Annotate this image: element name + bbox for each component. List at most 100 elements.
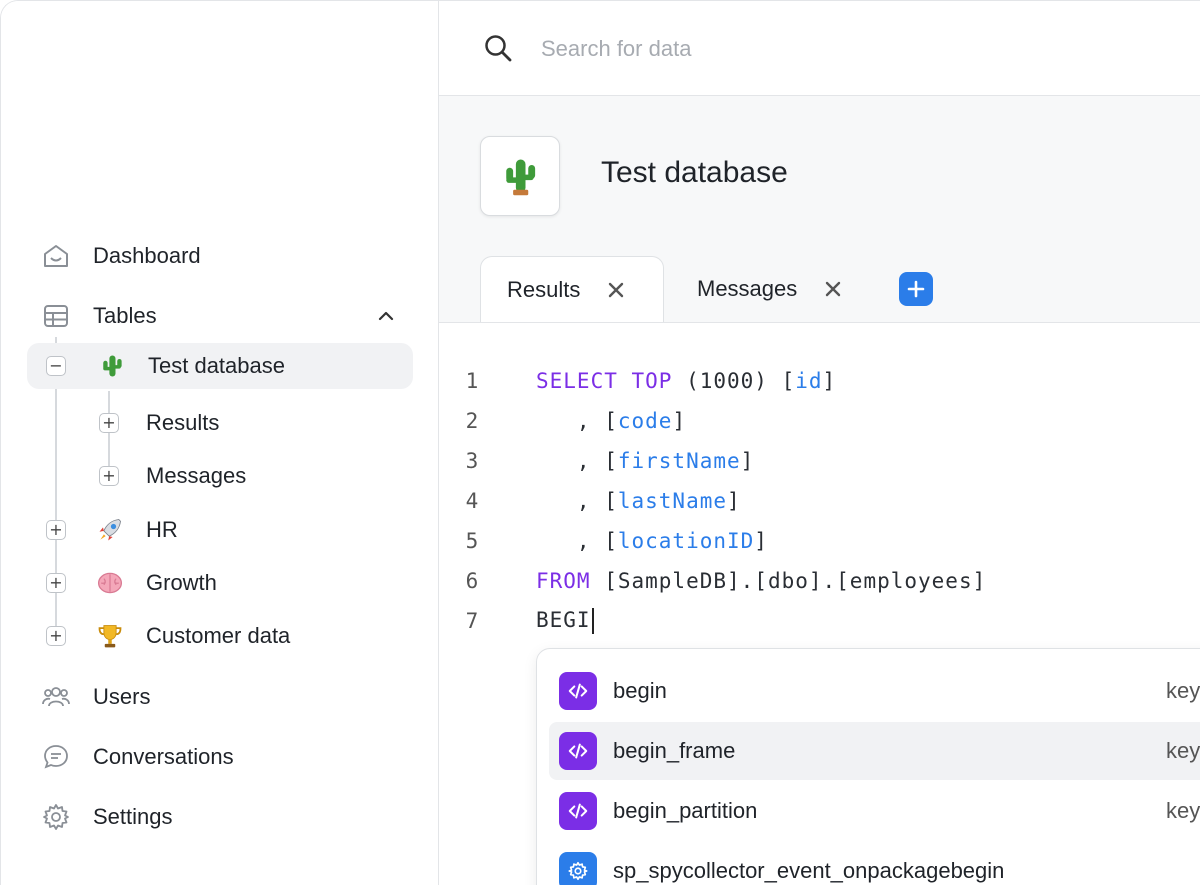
- tree-item-label: HR: [146, 517, 178, 542]
- tab-label: Messages: [697, 276, 798, 301]
- tree-item-results[interactable]: + Results: [99, 400, 399, 446]
- line-number: 4: [465, 489, 479, 513]
- add-tab-button[interactable]: [899, 272, 933, 306]
- brain-icon: [94, 567, 126, 599]
- autocomplete-kind: key: [1166, 678, 1200, 703]
- plus-icon: [907, 280, 925, 298]
- search-icon[interactable]: [483, 33, 513, 63]
- sql-editor[interactable]: 1 SELECT TOP (1000) [id] 2 , [code] 3 , …: [439, 323, 1200, 885]
- close-icon[interactable]: [823, 279, 843, 299]
- line-number: 3: [465, 449, 479, 473]
- tree-item-label: Results: [146, 410, 220, 435]
- sidebar: Dashboard Tables − Test database + Resul…: [1, 1, 439, 885]
- expand-toggle[interactable]: +: [99, 413, 119, 433]
- code-icon: [559, 732, 597, 770]
- code-text: , [: [536, 409, 618, 433]
- line-number: 2: [465, 409, 479, 433]
- code-text: ]: [754, 529, 768, 553]
- app-window: Dashboard Tables − Test database + Resul…: [0, 0, 1200, 885]
- home-icon: [39, 239, 73, 273]
- autocomplete-label: begin_frame: [613, 738, 736, 763]
- code-text: , [: [536, 489, 618, 513]
- nav-settings-label: Settings: [93, 804, 173, 829]
- autocomplete-label: begin_partition: [613, 798, 758, 823]
- sql-keyword: FROM: [536, 569, 591, 593]
- autocomplete-kind: key: [1166, 738, 1200, 763]
- sql-identifier: lastName: [617, 489, 728, 513]
- trophy-icon: [94, 620, 126, 652]
- autocomplete-label: sp_spycollector_event_onpackagebegin: [613, 858, 1005, 883]
- autocomplete-dropdown: begin key begin_frame key begin_partitio…: [536, 648, 1200, 885]
- chat-icon: [39, 740, 73, 774]
- nav-settings[interactable]: Settings: [39, 797, 173, 837]
- autocomplete-item-highlighted[interactable]: begin_frame key: [549, 722, 1200, 780]
- nav-tables[interactable]: Tables: [39, 296, 157, 336]
- text-cursor: [591, 608, 594, 634]
- expand-toggle[interactable]: +: [46, 626, 66, 646]
- nav-users-label: Users: [93, 684, 151, 709]
- code-text: ]: [822, 369, 837, 393]
- close-icon[interactable]: [606, 280, 626, 300]
- autocomplete-label: begin: [613, 678, 667, 703]
- top-search-bar: [439, 1, 1200, 96]
- line-number: 6: [465, 569, 479, 593]
- users-icon: [39, 680, 73, 714]
- expand-toggle[interactable]: +: [46, 573, 66, 593]
- tree-item-hr[interactable]: + HR: [46, 507, 406, 553]
- tree-item-label: Test database: [148, 353, 285, 378]
- tree-item-test-database[interactable]: − Test database: [27, 343, 413, 389]
- tree-item-messages[interactable]: + Messages: [99, 453, 399, 499]
- autocomplete-kind: key: [1166, 798, 1200, 823]
- code-text: ]: [727, 489, 741, 513]
- table-icon: [39, 299, 73, 333]
- code-text: , [: [536, 529, 618, 553]
- line-number: 1: [465, 369, 479, 393]
- tree-item-label: Messages: [146, 463, 247, 488]
- nav-conversations-label: Conversations: [93, 744, 234, 769]
- gear-icon: [39, 800, 73, 834]
- page-title: Test database: [601, 156, 788, 189]
- code-text: ]: [740, 449, 755, 473]
- collapse-toggle[interactable]: −: [46, 356, 66, 376]
- gear-icon: [559, 852, 597, 885]
- cactus-icon: [96, 350, 128, 382]
- tab-messages[interactable]: Messages: [697, 256, 877, 322]
- sql-keyword: SELECT: [536, 369, 618, 393]
- search-input[interactable]: [539, 27, 1143, 71]
- tree-item-label: Growth: [146, 570, 217, 595]
- line-number: 5: [465, 529, 479, 553]
- code-text: ]: [672, 409, 687, 433]
- code-icon: [559, 792, 597, 830]
- tree-item-growth[interactable]: + Growth: [46, 560, 406, 606]
- tree-item-customer-data[interactable]: + Customer data: [46, 613, 406, 659]
- code-icon: [559, 672, 597, 710]
- tab-results[interactable]: Results: [480, 256, 664, 322]
- autocomplete-item[interactable]: begin_partition key: [549, 782, 1200, 840]
- chevron-up-icon[interactable]: [375, 305, 397, 327]
- code-text: [SampleDB].[dbo].[employees]: [590, 569, 987, 593]
- autocomplete-item[interactable]: sp_spycollector_event_onpackagebegin: [549, 842, 1200, 885]
- line-number: 7: [465, 609, 479, 633]
- nav-conversations[interactable]: Conversations: [39, 737, 234, 777]
- nav-dashboard-label: Dashboard: [93, 243, 201, 268]
- code-text: BEGI: [536, 608, 591, 632]
- nav-users[interactable]: Users: [39, 677, 150, 717]
- autocomplete-item[interactable]: begin key: [549, 662, 1200, 720]
- sql-identifier: firstName: [617, 449, 741, 473]
- sql-identifier: id: [795, 369, 823, 393]
- expand-toggle[interactable]: +: [99, 466, 119, 486]
- tree-item-label: Customer data: [146, 623, 291, 648]
- nav-tables-label: Tables: [93, 303, 157, 328]
- expand-toggle[interactable]: +: [46, 520, 66, 540]
- main-panel: Test database Results Messages: [439, 1, 1200, 885]
- sql-keyword: TOP: [631, 369, 673, 393]
- nav-dashboard[interactable]: Dashboard: [39, 236, 201, 276]
- tab-label: Results: [507, 276, 581, 302]
- rocket-icon: [94, 514, 126, 546]
- sql-identifier: code: [617, 409, 673, 433]
- code-text: , [: [536, 449, 618, 473]
- sql-identifier: locationID: [617, 529, 755, 553]
- database-header: Test database Results Messages: [439, 96, 1200, 323]
- code-text: (1000) [: [672, 369, 796, 393]
- cactus-icon: [480, 136, 560, 216]
